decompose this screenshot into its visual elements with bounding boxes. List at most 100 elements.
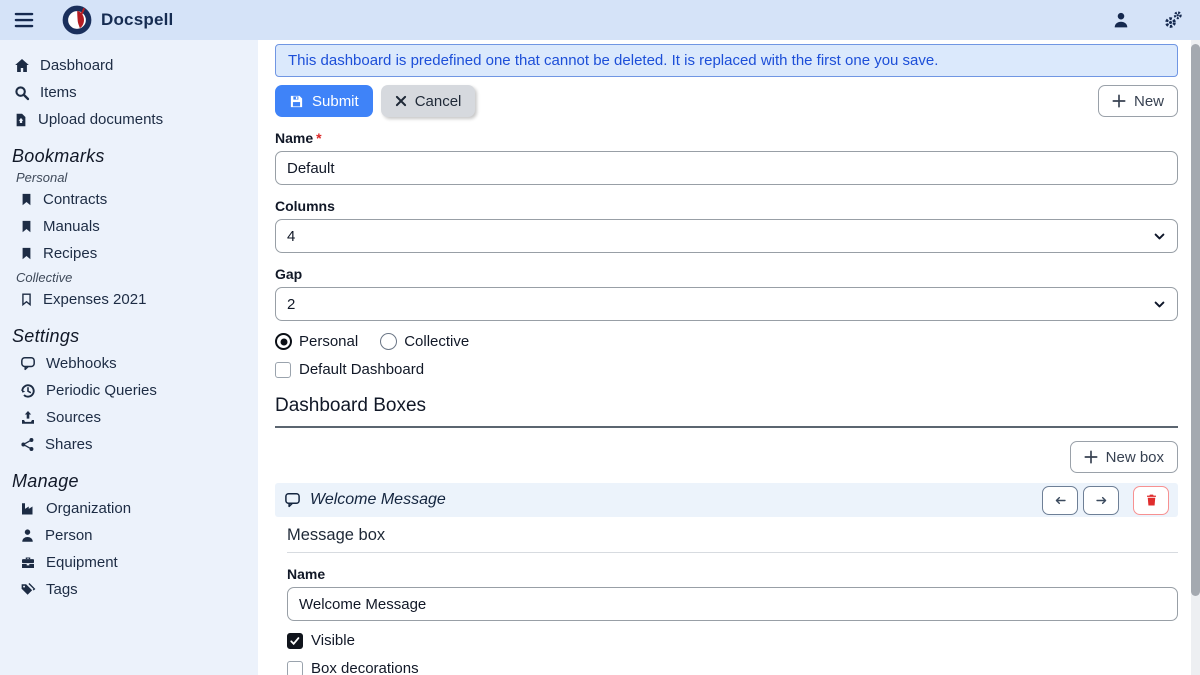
- sidebar-item-periodic-queries[interactable]: Periodic Queries: [12, 377, 252, 404]
- arrow-right-icon: [1094, 494, 1109, 507]
- bookmark-icon: [20, 219, 33, 234]
- checkbox-checked-icon: [287, 633, 303, 649]
- visible-checkbox[interactable]: Visible: [287, 632, 1178, 649]
- history-icon: [20, 383, 36, 399]
- scrollbar-thumb[interactable]: [1191, 44, 1200, 596]
- sidebar-bookmark-expenses-2021[interactable]: Expenses 2021: [12, 286, 252, 313]
- submit-button[interactable]: Submit: [275, 85, 373, 117]
- dashboard-boxes-heading: Dashboard Boxes: [275, 395, 1178, 428]
- equipment-icon: [20, 555, 36, 570]
- bookmark-label: Expenses 2021: [43, 291, 146, 308]
- menu-toggle-button[interactable]: [14, 5, 48, 35]
- upload-icon: [20, 410, 36, 425]
- sidebar-item-items[interactable]: Items: [12, 79, 252, 106]
- sidebar-item-tags[interactable]: Tags: [12, 576, 252, 603]
- settings-menu-button[interactable]: [1160, 7, 1186, 33]
- columns-select[interactable]: 4: [275, 219, 1178, 253]
- box-body: Message box Name Visible Box decorations…: [275, 517, 1178, 675]
- industry-icon: [20, 501, 36, 516]
- sidebar-item-label: Webhooks: [46, 355, 117, 372]
- plus-icon: [1084, 450, 1098, 464]
- message-box-section-title: Message box: [287, 526, 1178, 553]
- bookmark-label: Contracts: [43, 191, 107, 208]
- app-title: Docspell: [101, 10, 173, 30]
- trash-icon: [1145, 493, 1158, 507]
- scope-collective-label: Collective: [404, 333, 469, 350]
- box-name-input[interactable]: [287, 587, 1178, 621]
- plus-icon: [1112, 94, 1126, 108]
- share-nodes-icon: [20, 437, 35, 452]
- sidebar-item-organization[interactable]: Organization: [12, 495, 252, 522]
- cancel-button[interactable]: Cancel: [381, 85, 476, 117]
- top-bar: Docspell: [0, 0, 1200, 40]
- vertical-scrollbar[interactable]: [1191, 40, 1200, 675]
- checkbox-icon: [287, 661, 303, 675]
- box-header: Welcome Message: [275, 483, 1178, 517]
- main-content: This dashboard is predefined one that ca…: [258, 40, 1191, 675]
- cancel-label: Cancel: [415, 93, 462, 110]
- sidebar-item-upload-documents[interactable]: Upload documents: [12, 106, 252, 133]
- delete-box-button[interactable]: [1133, 486, 1169, 515]
- default-dashboard-checkbox[interactable]: Default Dashboard: [275, 361, 1178, 378]
- name-input[interactable]: [275, 151, 1178, 185]
- x-icon: [395, 95, 407, 107]
- sidebar-item-dashboard[interactable]: Dasbhoard: [12, 52, 252, 79]
- visible-label: Visible: [311, 632, 355, 649]
- move-box-right-button[interactable]: [1083, 486, 1119, 515]
- bookmark-icon: [20, 246, 33, 261]
- comment-icon: [284, 492, 301, 508]
- new-box-label: New box: [1106, 449, 1164, 466]
- hamburger-icon: [14, 10, 34, 30]
- app-logo[interactable]: Docspell: [62, 5, 173, 35]
- scope-personal-label: Personal: [299, 333, 358, 350]
- bookmarks-collective-label: Collective: [16, 270, 252, 285]
- sidebar-item-label: Shares: [45, 436, 93, 453]
- sidebar-item-label: Periodic Queries: [46, 382, 157, 399]
- sidebar-item-webhooks[interactable]: Webhooks: [12, 350, 252, 377]
- arrow-left-icon: [1053, 494, 1068, 507]
- tags-icon: [20, 582, 36, 597]
- scope-radio-personal[interactable]: Personal: [275, 333, 358, 350]
- move-box-left-button[interactable]: [1042, 486, 1078, 515]
- sidebar-item-sources[interactable]: Sources: [12, 404, 252, 431]
- user-menu-button[interactable]: [1108, 7, 1134, 33]
- sidebar-bookmark-contracts[interactable]: Contracts: [12, 186, 252, 213]
- bookmark-icon: [20, 192, 33, 207]
- user-icon: [1112, 11, 1130, 29]
- name-label: Name*: [275, 130, 1178, 146]
- bookmarks-personal-label: Personal: [16, 170, 252, 185]
- sidebar-item-label: Items: [40, 84, 77, 101]
- sidebar-item-equipment[interactable]: Equipment: [12, 549, 252, 576]
- sidebar-item-person[interactable]: Person: [12, 522, 252, 549]
- sidebar-item-label: Upload documents: [38, 111, 163, 128]
- new-box-button[interactable]: New box: [1070, 441, 1178, 473]
- sidebar-item-shares[interactable]: Shares: [12, 431, 252, 458]
- sidebar-heading-bookmarks: Bookmarks: [12, 146, 252, 167]
- sidebar-item-label: Tags: [46, 581, 78, 598]
- sidebar-heading-manage: Manage: [12, 471, 252, 492]
- sidebar-bookmark-recipes[interactable]: Recipes: [12, 240, 252, 267]
- file-upload-icon: [14, 112, 28, 128]
- sidebar-item-label: Sources: [46, 409, 101, 426]
- gap-label: Gap: [275, 266, 1178, 282]
- home-icon: [14, 58, 30, 74]
- box-decorations-checkbox[interactable]: Box decorations: [287, 660, 1178, 675]
- submit-label: Submit: [312, 93, 359, 110]
- chevron-down-icon: [1153, 298, 1166, 311]
- columns-label: Columns: [275, 198, 1178, 214]
- sidebar-item-label: Organization: [46, 500, 131, 517]
- gap-select[interactable]: 2: [275, 287, 1178, 321]
- sidebar-item-label: Dasbhoard: [40, 57, 113, 74]
- checkbox-icon: [275, 362, 291, 378]
- radio-unchecked-icon: [380, 333, 397, 350]
- chevron-down-icon: [1153, 230, 1166, 243]
- sidebar-item-label: Person: [45, 527, 93, 544]
- bookmark-label: Recipes: [43, 245, 97, 262]
- new-label: New: [1134, 93, 1164, 110]
- new-dashboard-button[interactable]: New: [1098, 85, 1178, 117]
- sidebar: Dasbhoard Items Upload documents Bookmar…: [0, 40, 258, 675]
- required-asterisk: *: [316, 130, 321, 146]
- sidebar-bookmark-manuals[interactable]: Manuals: [12, 213, 252, 240]
- docspell-logo-icon: [62, 5, 92, 35]
- scope-radio-collective[interactable]: Collective: [380, 333, 469, 350]
